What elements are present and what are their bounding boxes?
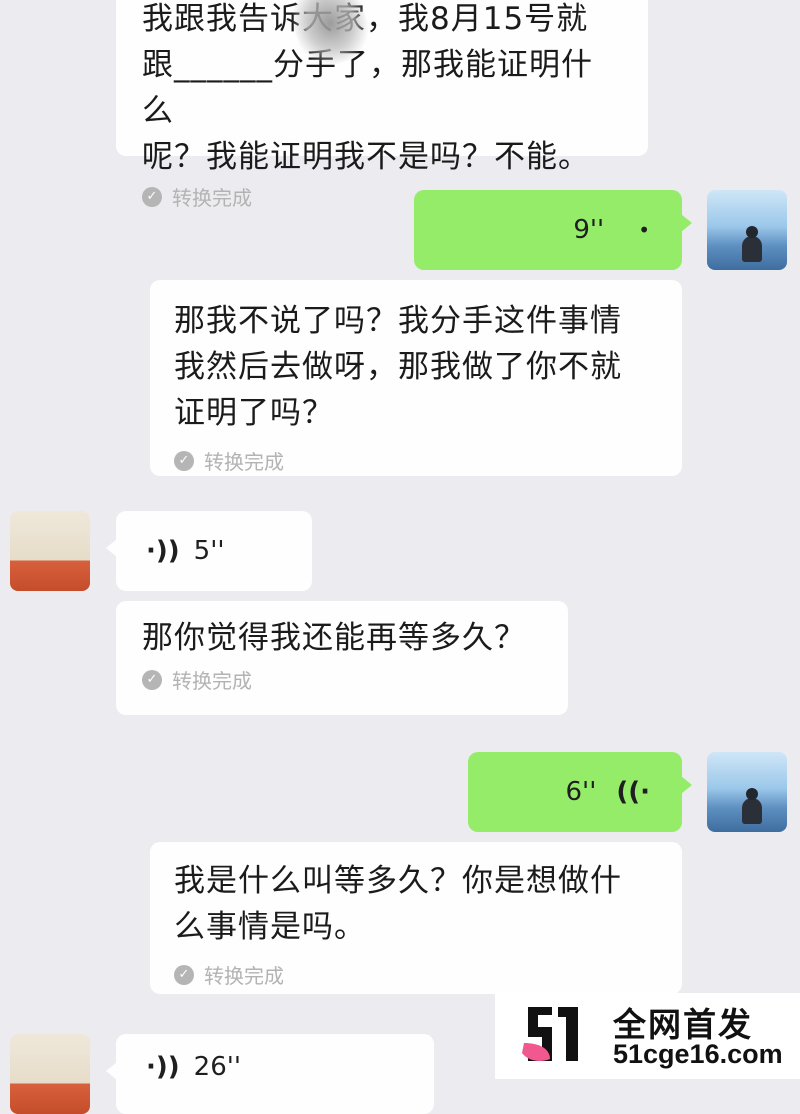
- voice-wave-icon: ((·: [616, 777, 650, 807]
- chat-thread: 我跟我告诉大家，我8月15号就 跟______分手了，那我能证明什么 呢？我能证…: [0, 0, 800, 1114]
- status-label: 转换完成: [172, 186, 252, 210]
- my-avatar[interactable]: [707, 752, 787, 832]
- transcript-text: 我是什么叫等多久？你是想做什 么事情是吗。: [174, 863, 622, 945]
- person-figure-icon: [742, 226, 762, 262]
- transcript-bubble[interactable]: 我是什么叫等多久？你是想做什 么事情是吗。 ✓ 转换完成: [150, 842, 682, 994]
- check-icon: ✓: [174, 450, 194, 471]
- voice-wave-icon: ·)): [146, 1052, 180, 1082]
- transcript-text: 我跟我告诉大家，我8月15号就 跟______分手了，那我能证明什么 呢？我能证…: [142, 1, 593, 175]
- transcript-bubble[interactable]: 我跟我告诉大家，我8月15号就 跟______分手了，那我能证明什么 呢？我能证…: [116, 0, 648, 210]
- status-label: 转换完成: [204, 964, 284, 988]
- check-icon: ✓: [174, 964, 194, 985]
- watermark-logo-icon: [522, 1007, 578, 1061]
- check-icon: ✓: [142, 186, 162, 207]
- voice-message: ·)) 26'': [146, 1034, 434, 1100]
- transcript-text: 那我不说了吗？我分手这件事情 我然后去做呀，那我做了你不就 证明了吗？: [174, 303, 622, 431]
- voice-duration: 6'': [565, 777, 597, 807]
- voice-duration: 9'': [573, 215, 605, 245]
- person-figure-icon: [742, 788, 762, 824]
- voice-message-bubble[interactable]: 6'' ((·: [468, 752, 692, 832]
- contact-avatar[interactable]: [10, 1034, 90, 1114]
- voice-message: ·)) 5'': [146, 511, 312, 591]
- transcript-bubble[interactable]: 那你觉得我还能再等多久？ ✓ 转换完成: [116, 601, 568, 715]
- transcript-bubble[interactable]: 那我不说了吗？我分手这件事情 我然后去做呀，那我做了你不就 证明了吗？ ✓ 转换…: [150, 280, 682, 476]
- watermark-site: 51cge16.com: [613, 1039, 783, 1069]
- voice-wave-icon: ·)): [146, 536, 180, 566]
- transcript-status: ✓ 转换完成: [174, 960, 658, 989]
- voice-duration: 26'': [193, 1052, 242, 1082]
- transcript-status: ✓ 转换完成: [142, 665, 542, 694]
- transcript-text: 那你觉得我还能再等多久？: [142, 620, 526, 656]
- status-label: 转换完成: [172, 669, 252, 693]
- my-avatar[interactable]: [707, 190, 787, 270]
- voice-message-bubble[interactable]: 9'' •: [414, 190, 692, 270]
- voice-message: 6'' ((·: [468, 752, 651, 832]
- voice-message-bubble[interactable]: ·)) 26'': [106, 1034, 434, 1114]
- status-label: 转换完成: [204, 450, 284, 474]
- voice-message: 9'' •: [414, 190, 650, 270]
- voice-message-bubble[interactable]: ·)) 5'': [106, 511, 312, 591]
- check-icon: ✓: [142, 669, 162, 690]
- voice-duration: 5'': [193, 536, 225, 566]
- site-watermark: 全网首发 51cge16.com: [495, 993, 800, 1079]
- voice-wave-icon: •: [638, 218, 650, 242]
- transcript-status: ✓ 转换完成: [174, 446, 658, 475]
- contact-avatar[interactable]: [10, 511, 90, 591]
